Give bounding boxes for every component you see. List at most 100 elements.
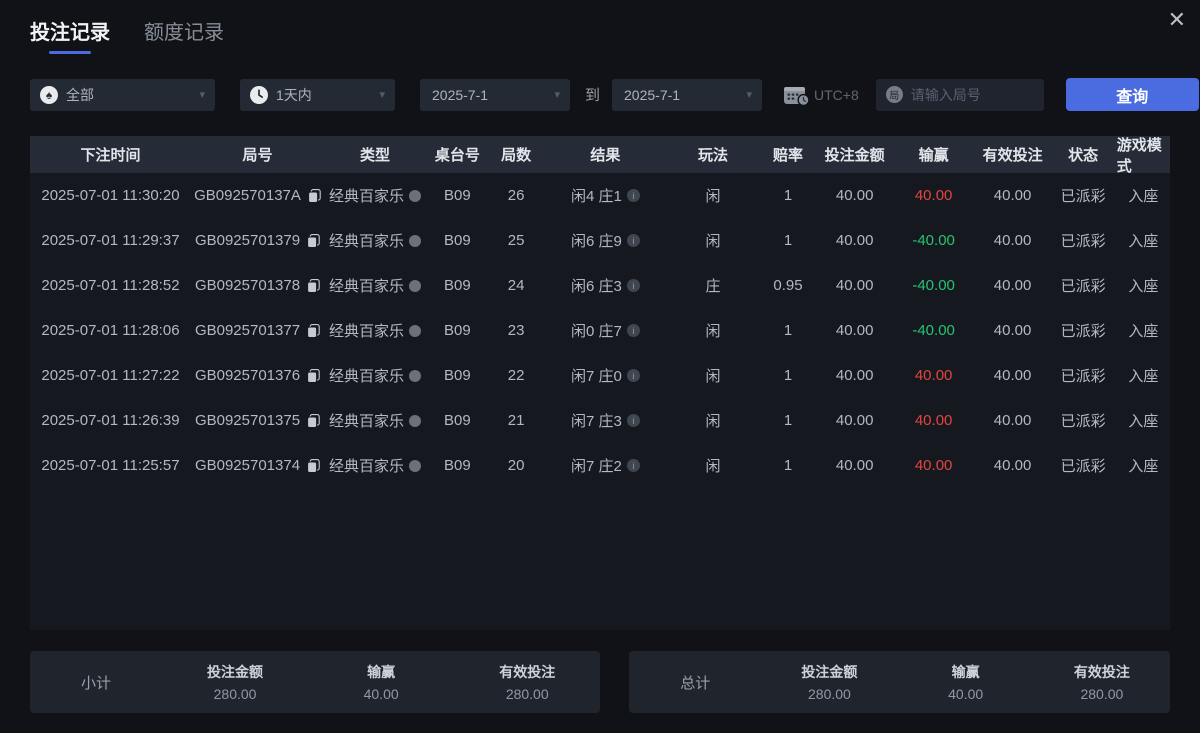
result-score: 闲6 庄9 bbox=[571, 230, 622, 251]
table-row: 2025-07-01 11:28:06 GB0925701377 经典百家乐 B… bbox=[30, 308, 1170, 353]
copy-icon[interactable] bbox=[307, 414, 320, 428]
query-button[interactable]: 查询 bbox=[1066, 78, 1199, 111]
copy-icon[interactable] bbox=[307, 369, 320, 383]
cell-bet-amount: 40.00 bbox=[818, 218, 892, 263]
total-bet-amount: 投注金额 280.00 bbox=[761, 662, 897, 702]
info-icon[interactable]: i bbox=[627, 324, 640, 337]
cell-result: 闲0 庄7 i bbox=[543, 308, 667, 353]
type-info-icon[interactable] bbox=[409, 370, 421, 382]
cell-play: 闲 bbox=[668, 218, 759, 263]
status-text: 已派彩 bbox=[1061, 320, 1106, 341]
game-type-value: 全部 bbox=[66, 85, 94, 105]
win-loss-amount: 40.00 bbox=[915, 412, 953, 429]
info-icon[interactable]: i bbox=[627, 369, 640, 382]
cell-rounds: 26 bbox=[489, 173, 543, 218]
bet-time: 2025-07-01 11:26:39 bbox=[41, 412, 179, 429]
copy-icon[interactable] bbox=[307, 459, 320, 473]
tab-betting-records-label: 投注记录 bbox=[30, 22, 110, 44]
cell-status: 已派彩 bbox=[1050, 398, 1117, 443]
bet-time: 2025-07-01 11:25:57 bbox=[41, 457, 179, 474]
cell-type: 经典百家乐 bbox=[324, 263, 426, 308]
valid-bet-value: 280.00 bbox=[506, 686, 549, 702]
cell-game-mode: 入座 bbox=[1117, 443, 1170, 488]
type-info-icon[interactable] bbox=[409, 325, 421, 337]
table-header: 下注时间 局号 类型 桌台号 局数 结果 玩法 赔率 投注金额 输赢 有效投注 … bbox=[30, 136, 1170, 173]
bet-time: 2025-07-01 11:28:06 bbox=[41, 322, 179, 339]
bet-amount: 40.00 bbox=[836, 457, 874, 474]
cell-play: 庄 bbox=[668, 263, 759, 308]
cell-odds: 1 bbox=[758, 218, 817, 263]
round-no: 25 bbox=[508, 232, 525, 249]
table-row: 2025-07-01 11:30:20 GB092570137A 经典百家乐 B… bbox=[30, 173, 1170, 218]
game-no: GB0925701376 bbox=[195, 367, 300, 384]
tab-quota-records[interactable]: 额度记录 bbox=[144, 16, 224, 54]
cell-play: 闲 bbox=[668, 353, 759, 398]
bet-amount-value: 280.00 bbox=[808, 686, 851, 702]
table-row: 2025-07-01 11:29:37 GB0925701379 经典百家乐 B… bbox=[30, 218, 1170, 263]
bet-amount: 40.00 bbox=[836, 367, 874, 384]
cell-play: 闲 bbox=[668, 398, 759, 443]
chevron-down-icon: ▾ bbox=[738, 88, 752, 101]
cell-bet-amount: 40.00 bbox=[818, 308, 892, 353]
cell-play: 闲 bbox=[668, 308, 759, 353]
type-info-icon[interactable] bbox=[409, 190, 421, 202]
active-tab-underline bbox=[49, 51, 91, 54]
bet-amount-value: 280.00 bbox=[214, 686, 257, 702]
time-range-select[interactable]: 1天内 ▾ bbox=[240, 79, 395, 111]
result-score: 闲4 庄1 bbox=[571, 185, 622, 206]
cell-type: 经典百家乐 bbox=[324, 308, 426, 353]
total-win-loss: 输赢 40.00 bbox=[898, 662, 1034, 702]
info-icon[interactable]: i bbox=[627, 459, 640, 472]
cell-win-loss: -40.00 bbox=[892, 263, 976, 308]
bet-amount: 40.00 bbox=[836, 322, 874, 339]
game-type-select[interactable]: ♠ 全部 ▾ bbox=[30, 79, 215, 111]
tab-bar: 投注记录 额度记录 bbox=[0, 0, 1200, 54]
copy-icon[interactable] bbox=[307, 279, 320, 293]
cell-status: 已派彩 bbox=[1050, 308, 1117, 353]
tab-betting-records[interactable]: 投注记录 bbox=[30, 16, 110, 54]
info-icon[interactable]: i bbox=[627, 279, 640, 292]
game-type: 经典百家乐 bbox=[329, 320, 404, 341]
round-no: 26 bbox=[508, 187, 525, 204]
type-info-icon[interactable] bbox=[409, 460, 421, 472]
cell-win-loss: 40.00 bbox=[892, 173, 976, 218]
date-from-picker[interactable]: 2025-7-1 ▾ bbox=[420, 79, 570, 111]
odds: 1 bbox=[784, 187, 792, 204]
copy-icon[interactable] bbox=[308, 189, 321, 203]
type-info-icon[interactable] bbox=[409, 280, 421, 292]
cell-type: 经典百家乐 bbox=[324, 173, 426, 218]
date-to-picker[interactable]: 2025-7-1 ▾ bbox=[612, 79, 762, 111]
cell-table-no: B09 bbox=[426, 398, 489, 443]
info-icon[interactable]: i bbox=[627, 414, 640, 427]
copy-icon[interactable] bbox=[307, 234, 320, 248]
game-mode: 入座 bbox=[1128, 365, 1158, 386]
cell-bet-time: 2025-07-01 11:28:06 bbox=[30, 308, 191, 353]
info-icon[interactable]: i bbox=[627, 189, 640, 202]
table-no: B09 bbox=[444, 187, 471, 204]
type-info-icon[interactable] bbox=[409, 235, 421, 247]
cell-rounds: 25 bbox=[489, 218, 543, 263]
copy-icon[interactable] bbox=[307, 324, 320, 338]
round-no: 20 bbox=[508, 457, 525, 474]
cell-table-no: B09 bbox=[426, 308, 489, 353]
info-icon[interactable]: i bbox=[627, 234, 640, 247]
timezone-label: UTC+8 bbox=[814, 87, 859, 103]
game-mode: 入座 bbox=[1128, 185, 1158, 206]
status-text: 已派彩 bbox=[1061, 275, 1106, 296]
win-loss-amount: 40.00 bbox=[915, 187, 953, 204]
type-info-icon[interactable] bbox=[409, 415, 421, 427]
cell-win-loss: 40.00 bbox=[892, 353, 976, 398]
game-type: 经典百家乐 bbox=[329, 185, 404, 206]
cell-result: 闲7 庄2 i bbox=[543, 443, 667, 488]
game-no-input[interactable] bbox=[911, 87, 1034, 103]
cell-bet-time: 2025-07-01 11:27:22 bbox=[30, 353, 191, 398]
cell-valid-bet: 40.00 bbox=[976, 353, 1050, 398]
odds: 1 bbox=[784, 457, 792, 474]
cell-rounds: 20 bbox=[489, 443, 543, 488]
game-no: GB0925701375 bbox=[195, 412, 300, 429]
valid-bet-label: 有效投注 bbox=[499, 662, 555, 682]
close-icon[interactable]: ✕ bbox=[1162, 4, 1192, 36]
cell-game-no: GB0925701375 bbox=[191, 398, 324, 443]
cell-win-loss: -40.00 bbox=[892, 308, 976, 353]
game-mode: 入座 bbox=[1128, 320, 1158, 341]
